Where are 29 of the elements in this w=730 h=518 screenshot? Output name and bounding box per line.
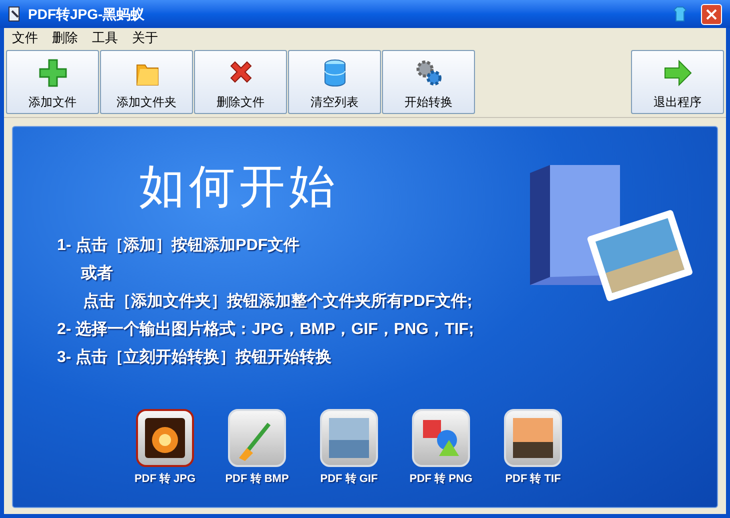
- instruction-line: 或者: [80, 264, 114, 284]
- instruction-step: 3- 点击［立刻开始转换］按钮开始转换: [57, 348, 717, 368]
- plus-icon: [36, 57, 68, 89]
- format-label: PDF 转 PNG: [410, 472, 472, 487]
- instruction-step: 1- 点击［添加］按钮添加PDF文件: [57, 236, 717, 256]
- close-button[interactable]: [701, 4, 722, 24]
- menu-item[interactable]: 文件: [12, 28, 38, 48]
- close-icon: [706, 8, 717, 20]
- toolbar-button[interactable]: 退出程序: [631, 50, 724, 114]
- toolbar-button[interactable]: 添加文件夹: [100, 50, 193, 114]
- format-label: PDF 转 JPG: [134, 472, 196, 487]
- toolbar-button[interactable]: 清空列表: [288, 50, 381, 114]
- format-tile[interactable]: [136, 409, 194, 467]
- format-label: PDF 转 GIF: [320, 472, 378, 487]
- arrow-right-icon: [662, 57, 694, 89]
- instruction-step: 2- 选择一个输出图片格式：JPG，BMP，GIF，PNG，TIF;: [57, 320, 717, 340]
- toolbar-button[interactable]: 开始转换: [382, 50, 475, 114]
- menu-item[interactable]: 删除: [52, 28, 78, 48]
- format-label: PDF 转 BMP: [225, 472, 289, 487]
- toolbar-button[interactable]: 删除文件: [194, 50, 287, 114]
- heading: 如何开始: [139, 160, 339, 212]
- window-title: PDF转JPG-黑蚂蚁: [28, 4, 145, 24]
- format-label: PDF 转 TIF: [505, 472, 561, 487]
- shirt-icon[interactable]: [673, 6, 687, 22]
- menu-item[interactable]: 工具: [92, 28, 118, 48]
- instruction-line: 点击［添加文件夹］按钮添加整个文件夹所有PDF文件;: [82, 292, 474, 312]
- menu-item[interactable]: 关于: [132, 28, 158, 48]
- toolbar-button[interactable]: 添加文件: [6, 50, 99, 114]
- app-icon: [8, 6, 22, 22]
